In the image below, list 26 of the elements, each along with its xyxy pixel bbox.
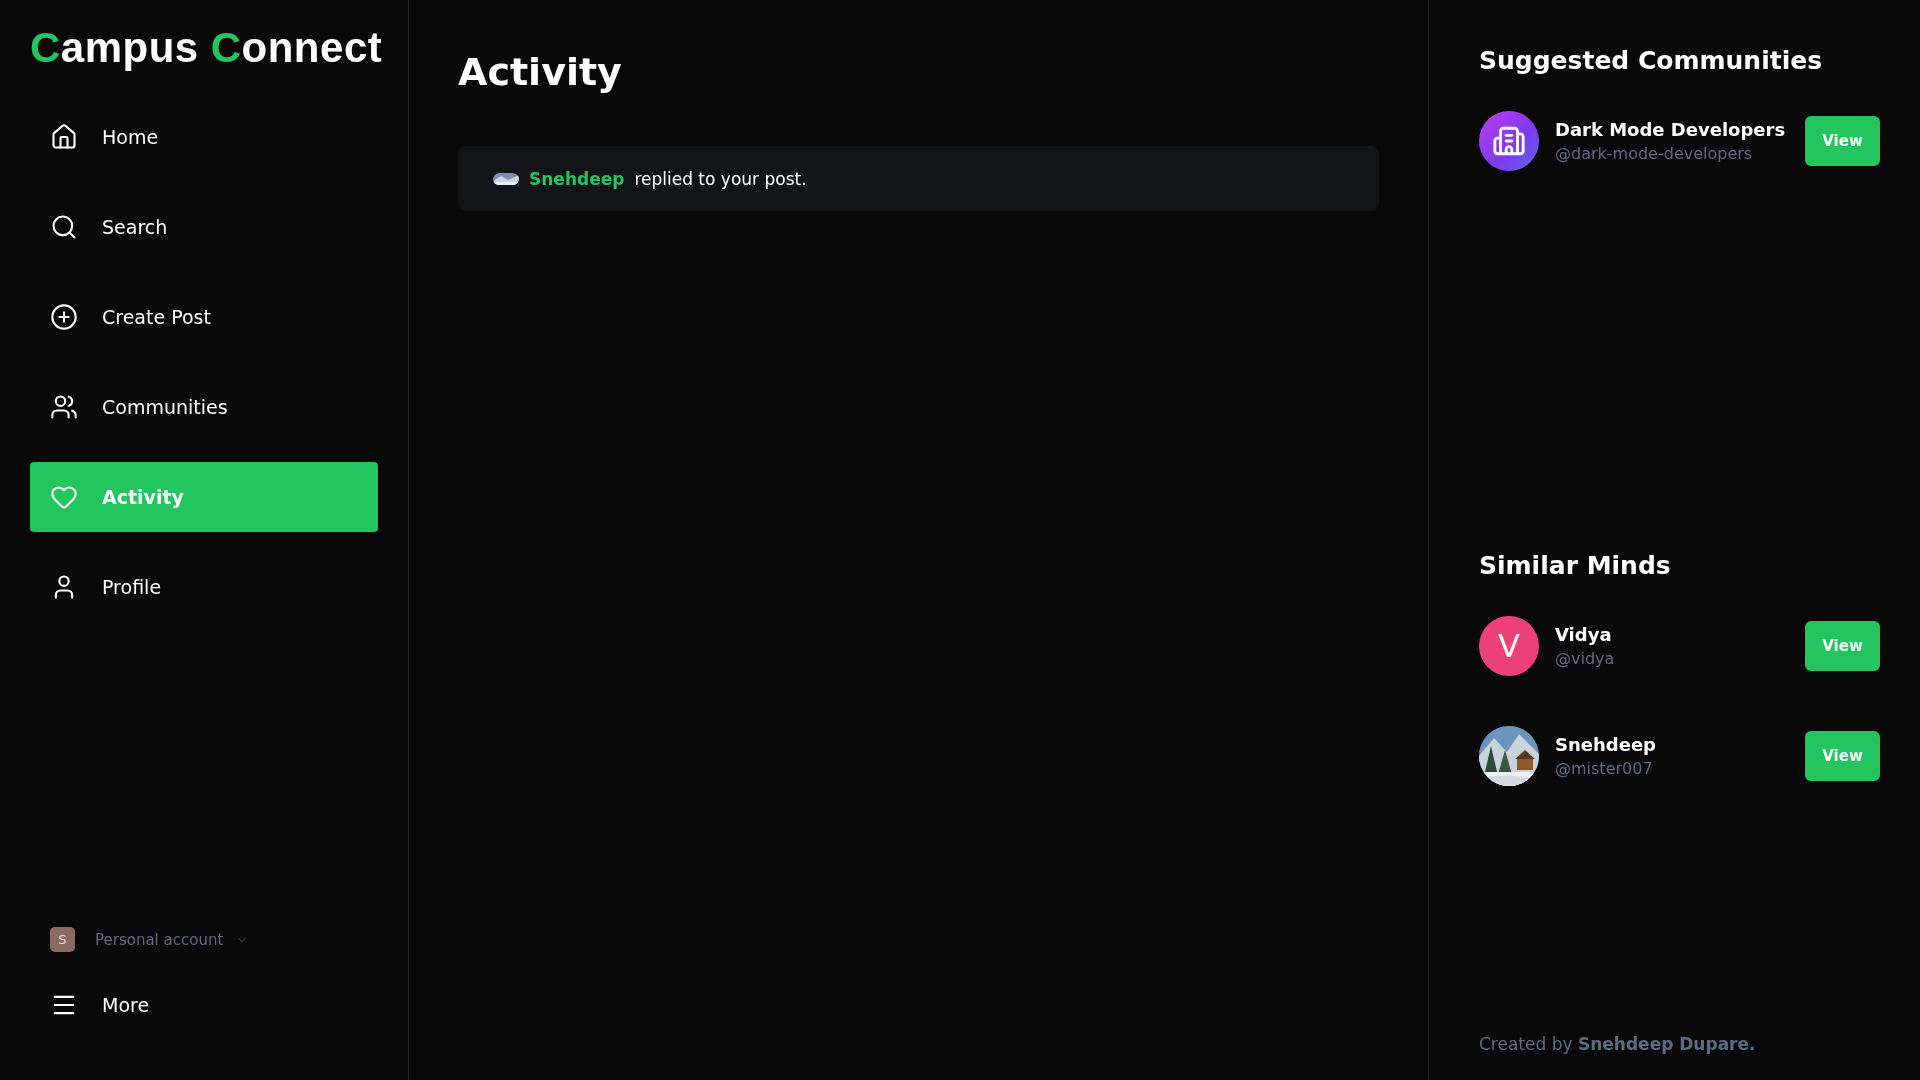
search-icon (50, 213, 78, 241)
notification-text: replied to your post. (634, 168, 807, 189)
nav-item[interactable]: Search (30, 192, 378, 262)
more-menu[interactable]: More (30, 970, 378, 1040)
nav-item[interactable]: Communities (30, 372, 378, 442)
user-name: Dark Mode Developers (1555, 119, 1787, 140)
section-title: Suggested Communities (1479, 46, 1824, 75)
user-name: Snehdeep (1555, 734, 1657, 755)
author-link[interactable]: Snehdeep (529, 168, 625, 189)
users-icon (50, 393, 78, 421)
user-name: Vidya (1555, 624, 1613, 645)
section-title: Similar Minds (1479, 551, 1672, 580)
nav-item[interactable]: Create Post (30, 282, 378, 352)
account-switcher[interactable]: Personal account (95, 930, 250, 949)
user-avatar: V (1479, 616, 1539, 676)
account-badge: S (50, 927, 75, 952)
nav-item[interactable]: Profile (30, 552, 378, 622)
nav-item[interactable]: Home (30, 102, 378, 172)
user-handle: @mister007 (1555, 759, 1654, 778)
page-title: Activity (458, 50, 623, 94)
user-handle: @vidya (1555, 649, 1616, 668)
plus-circle-icon (50, 303, 78, 331)
building-icon (1492, 124, 1526, 158)
home-icon (50, 123, 78, 151)
footer-credit: Created by Snehdeep Dupare. (1479, 1034, 1757, 1054)
user-handle: @dark-mode-developers (1555, 144, 1754, 163)
